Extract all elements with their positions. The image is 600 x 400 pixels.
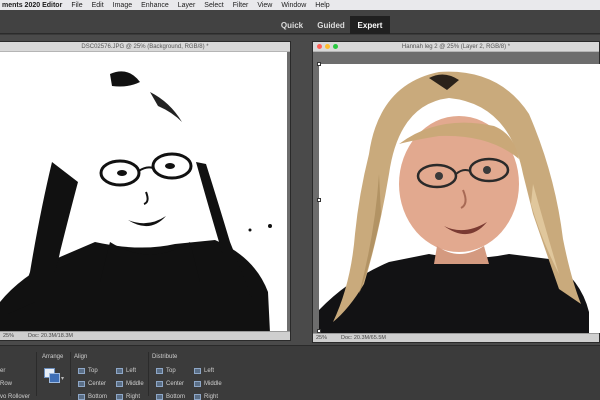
menu-enhance[interactable]: Enhance [141,2,169,9]
distribute-left-icon[interactable] [194,368,201,374]
distribute-center-option[interactable]: Center [166,381,184,387]
menu-bar: ments 2020 Editor File Edit Image Enhanc… [0,0,600,10]
mode-bar: Quick Guided Expert [0,10,600,34]
align-middle-option[interactable]: Middle [126,381,144,387]
document-status-left: 25% Doc: 20.3M/18.3M [0,331,290,340]
zoom-level-left[interactable]: 25% [3,333,14,339]
divider [70,352,71,396]
align-label: Align [74,354,88,360]
image-canvas-right[interactable] [319,64,600,333]
distribute-label: Distribute [152,354,178,360]
app-name[interactable]: ments 2020 Editor [2,2,62,9]
menu-image[interactable]: Image [113,2,132,9]
menu-edit[interactable]: Edit [92,2,104,9]
align-bottom-icon[interactable] [78,394,85,400]
option-label[interactable]: vo Rollover [0,394,30,400]
align-top-option[interactable]: Top [88,368,98,374]
align-bottom-option[interactable]: Bottom [88,394,107,400]
tab-quick[interactable]: Quick [272,16,312,34]
document-title-text-right: Hannah leg 2 @ 25% (Layer 2, RGB/8) * [401,43,511,50]
document-status-right: 25% Doc: 20.3M/65.5M [313,333,599,342]
distribute-right-icon[interactable] [194,394,201,400]
distribute-bottom-icon[interactable] [156,394,163,400]
align-right-icon[interactable] [116,394,123,400]
distribute-bottom-option[interactable]: Bottom [166,394,185,400]
image-canvas-left[interactable] [0,52,287,333]
menu-file[interactable]: File [71,2,82,9]
zoom-level-right[interactable]: 25% [316,335,327,341]
threshold-portrait-image [0,52,287,333]
align-right-option[interactable]: Right [126,394,140,400]
close-window-icon[interactable] [317,44,322,49]
zoom-window-icon[interactable] [333,44,338,49]
menu-layer[interactable]: Layer [178,2,196,9]
document-title-text-left: DSC02576.JPG @ 25% (Background, RGB/8) * [81,43,209,50]
distribute-top-icon[interactable] [156,368,163,374]
menu-view[interactable]: View [257,2,272,9]
minimize-window-icon[interactable] [325,44,330,49]
distribute-center-icon[interactable] [156,381,163,387]
align-left-option[interactable]: Left [126,368,136,374]
align-center-icon[interactable] [78,381,85,387]
document-window-left[interactable]: DSC02576.JPG @ 25% (Background, RGB/8) * [0,41,291,341]
traffic-light-icons [317,44,338,49]
distribute-left-option[interactable]: Left [204,368,214,374]
divider [36,352,37,396]
arrange-icon[interactable]: ▾ [44,368,64,386]
doc-size-left[interactable]: Doc: 20.3M/18.3M [28,333,73,339]
tab-guided[interactable]: Guided [312,16,350,34]
distribute-middle-option[interactable]: Middle [204,381,222,387]
doc-size-right[interactable]: Doc: 20.3M/65.5M [341,335,386,341]
document-title-left[interactable]: DSC02576.JPG @ 25% (Background, RGB/8) * [0,42,290,52]
transform-handle[interactable] [317,198,321,202]
tab-expert[interactable]: Expert [350,16,390,34]
color-portrait-image [319,64,600,333]
menu-window[interactable]: Window [281,2,306,9]
transform-handle[interactable] [317,62,321,66]
document-window-right[interactable]: Hannah leg 2 @ 25% (Layer 2, RGB/8) * 25… [312,41,600,343]
tool-options-panel: er Row vo Rollover Arrange ▾ Align Top C… [0,345,600,400]
option-label[interactable]: Row [0,381,12,387]
menu-help[interactable]: Help [315,2,329,9]
menu-select[interactable]: Select [204,2,223,9]
align-center-option[interactable]: Center [88,381,106,387]
option-label[interactable]: er [0,368,5,374]
distribute-top-option[interactable]: Top [166,368,176,374]
menu-filter[interactable]: Filter [233,2,249,9]
align-top-icon[interactable] [78,368,85,374]
divider [148,352,149,396]
align-left-icon[interactable] [116,368,123,374]
document-title-right[interactable]: Hannah leg 2 @ 25% (Layer 2, RGB/8) * [313,42,599,52]
distribute-right-option[interactable]: Right [204,394,218,400]
arrange-label: Arrange [42,354,64,360]
workspace: DSC02576.JPG @ 25% (Background, RGB/8) * [0,35,600,345]
align-middle-icon[interactable] [116,381,123,387]
distribute-middle-icon[interactable] [194,381,201,387]
